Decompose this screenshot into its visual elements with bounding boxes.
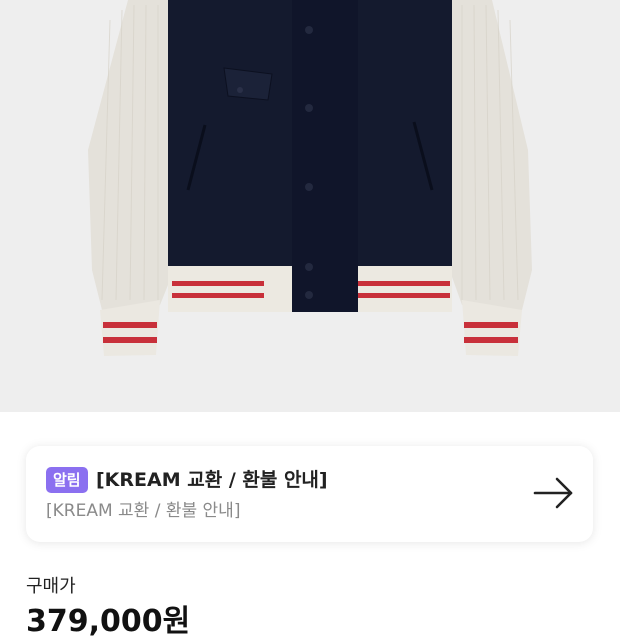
varsity-jacket-illustration: [0, 0, 620, 412]
arrow-right-icon[interactable]: [533, 476, 575, 510]
price-value: 379,000원: [26, 604, 191, 639]
notice-subtitle: [KREAM 교환 / 환불 안내]: [46, 501, 241, 521]
product-image[interactable]: [0, 0, 620, 412]
notice-card[interactable]: 알림 [KREAM 교환 / 환불 안내] [KREAM 교환 / 환불 안내]: [26, 446, 593, 542]
notice-title: [KREAM 교환 / 환불 안내]: [96, 469, 328, 491]
price-label: 구매가: [26, 576, 76, 597]
notice-badge: 알림: [46, 467, 88, 493]
